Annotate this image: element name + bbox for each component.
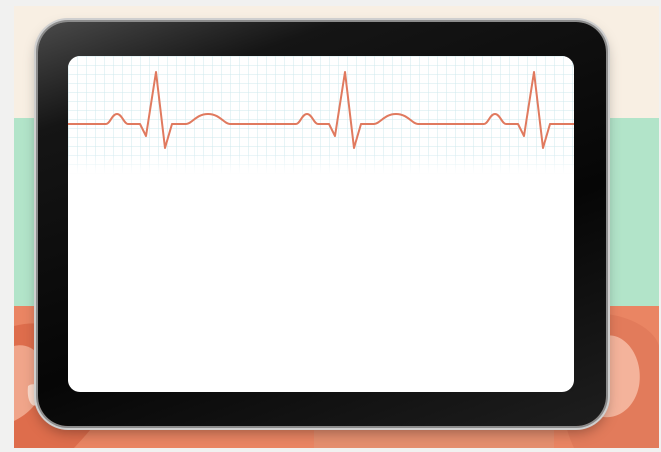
ecg-fade (68, 56, 574, 174)
ecg-heartbeat-icon (68, 56, 574, 174)
tablet-screen (68, 56, 574, 392)
